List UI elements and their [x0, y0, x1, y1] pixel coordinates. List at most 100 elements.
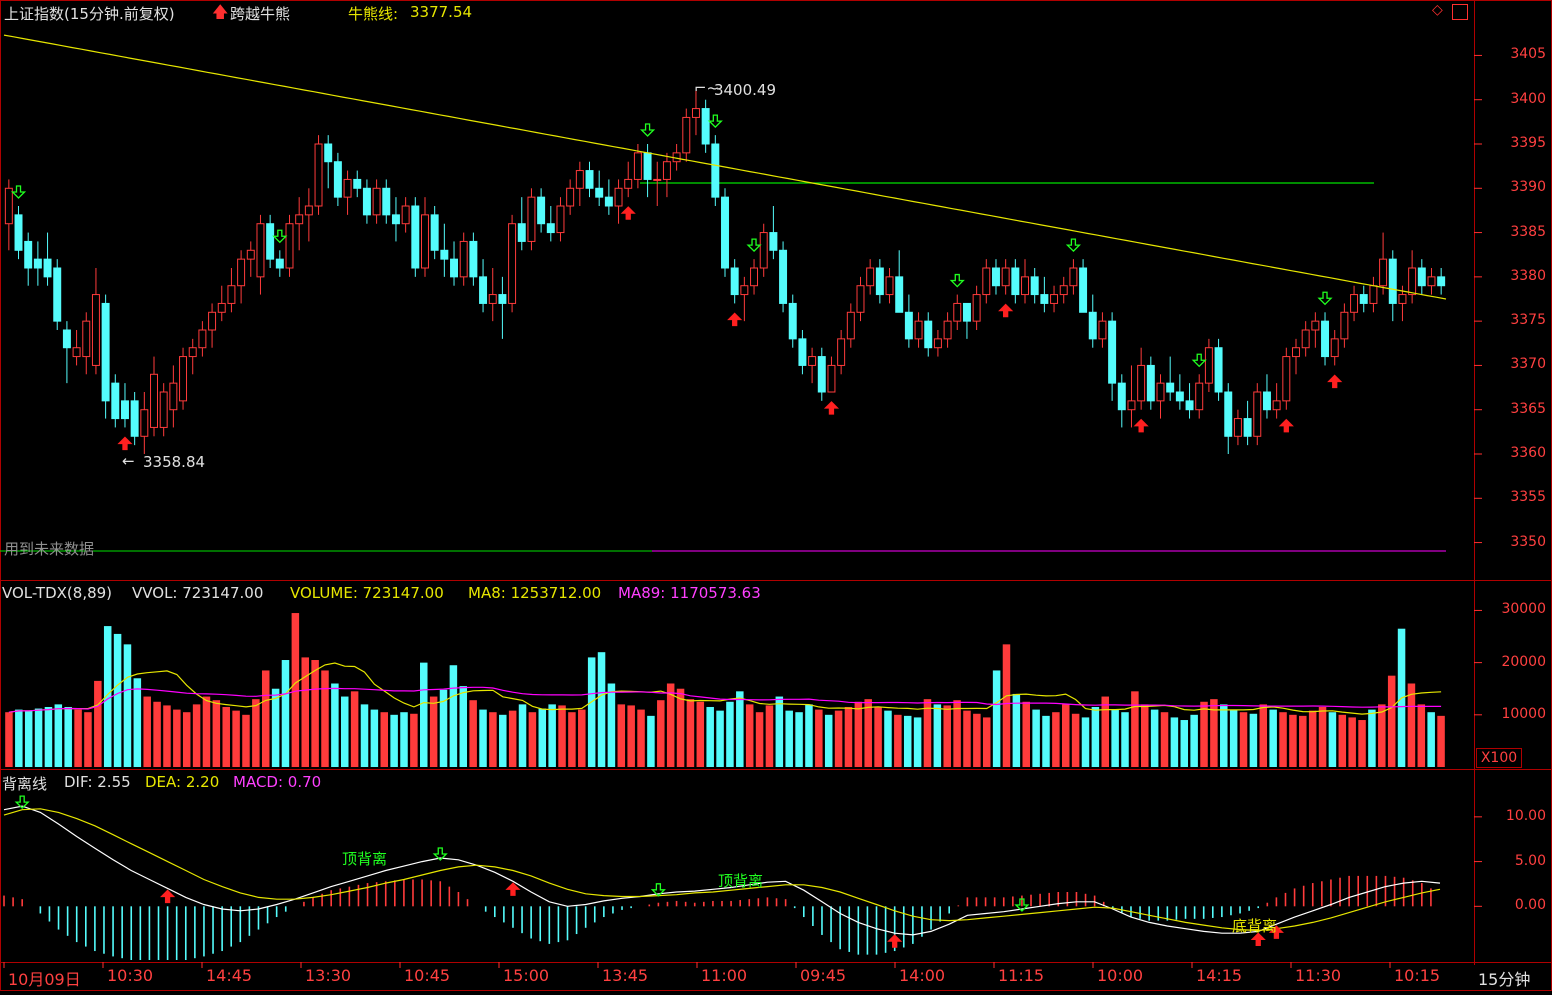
candle-body — [1379, 258, 1388, 287]
window-toggle-icon[interactable] — [1452, 4, 1468, 20]
candle-body — [343, 178, 352, 198]
candle-body — [1311, 320, 1320, 331]
candle-body — [411, 205, 420, 269]
volume-bar — [953, 700, 961, 767]
volume-bar — [982, 717, 991, 767]
volume-bar — [291, 613, 300, 767]
volume-bar — [410, 713, 418, 767]
high-price-annotation: 3400.49 — [713, 80, 776, 99]
candle-body — [1011, 267, 1020, 296]
candle-body — [817, 356, 826, 393]
volume-bar — [884, 710, 892, 767]
candle-body — [953, 302, 962, 322]
volume-bar — [528, 712, 537, 767]
volume-bar — [795, 712, 803, 767]
volume-bar — [1249, 713, 1258, 767]
candle-body — [488, 294, 497, 304]
volume-bar — [775, 696, 784, 767]
candle-body — [1398, 294, 1407, 304]
candle-body — [72, 347, 81, 358]
sell-signal-arrow-icon — [746, 238, 762, 253]
volume-bar — [153, 701, 161, 767]
buy-signal-arrow-icon — [620, 206, 636, 220]
candle-body — [633, 152, 642, 180]
volume-bar — [834, 710, 843, 767]
x-tick-label: 09:45 — [800, 966, 847, 985]
candle-body — [711, 143, 720, 198]
sell-signal-arrow-icon — [1191, 353, 1207, 368]
volume-bar — [854, 701, 863, 767]
candle-body — [759, 232, 768, 269]
vol-indicator-name: VOL-TDX(8,89) — [2, 584, 113, 602]
volume-bar — [182, 712, 191, 767]
buy-signal-arrow-icon — [117, 436, 133, 451]
candle-body — [440, 249, 449, 260]
volume-bar — [5, 712, 13, 767]
volume-bar — [676, 688, 685, 767]
divergence-label: 顶背离 — [718, 872, 764, 890]
candle-body — [1427, 276, 1436, 287]
volume-bar — [745, 704, 754, 767]
candle-body — [43, 258, 52, 278]
candle-body — [91, 294, 100, 366]
candle-body — [227, 285, 236, 304]
candle-body — [1437, 276, 1446, 287]
candle-body — [198, 329, 207, 349]
diamond-icon[interactable]: ◇ — [1432, 2, 1443, 18]
candle-body — [1195, 382, 1204, 411]
candle-body — [130, 400, 139, 437]
volume-bar — [1052, 712, 1060, 767]
volume-bar — [242, 714, 250, 767]
candle-body — [1146, 364, 1155, 402]
volume-bar — [597, 652, 606, 767]
candle-body — [1079, 267, 1088, 313]
volume-bar — [1358, 720, 1366, 767]
candle-body — [1098, 320, 1107, 340]
volume-bar — [1141, 704, 1149, 767]
volume-bar — [1387, 675, 1396, 767]
volume-bar — [568, 712, 576, 767]
candle-body — [1166, 382, 1175, 393]
vvol-value: VVOL: 723147.00 — [132, 584, 264, 602]
candle-body — [808, 356, 817, 366]
volume-bar — [1289, 714, 1297, 767]
x-tick-label: 14:00 — [899, 966, 946, 985]
volume-bar — [973, 713, 981, 767]
candle-body — [1253, 391, 1262, 437]
candle-body — [479, 276, 488, 304]
future-data-note: 用到未来数据 — [4, 540, 95, 558]
volume-bar — [449, 665, 458, 767]
candle-body — [1330, 338, 1339, 358]
price-tick-label: 3385 — [1510, 223, 1546, 240]
volume-bar — [360, 704, 369, 767]
candle-body — [1272, 400, 1281, 411]
candle-body — [324, 143, 333, 163]
volume-unit-badge: X100 — [1476, 748, 1522, 768]
candle-body — [111, 382, 120, 420]
candle-body — [1340, 311, 1349, 340]
sell-signal-arrow-icon — [1065, 238, 1081, 253]
candle-body — [962, 302, 971, 322]
candle-body — [643, 152, 652, 180]
x-tick-label: 14:45 — [206, 966, 253, 985]
volume-tick-label: 30000 — [1501, 601, 1546, 618]
volume-bar — [380, 712, 389, 767]
candle-body — [430, 214, 439, 251]
period-selector[interactable]: 15分钟 — [1478, 966, 1530, 990]
volume-bar — [143, 696, 151, 767]
volume-bar — [1279, 712, 1287, 767]
volume-bar — [133, 678, 142, 767]
volume-bar — [706, 706, 714, 767]
candle-body — [333, 161, 342, 198]
volume-bar — [202, 696, 211, 767]
volume-bar — [1042, 715, 1050, 767]
chart-canvas[interactable] — [0, 0, 1552, 991]
price-tick-label: 3395 — [1510, 135, 1546, 151]
candle-body — [556, 205, 565, 234]
volume-bar — [578, 709, 586, 767]
candle-body — [1214, 347, 1223, 393]
volume-bar — [508, 710, 517, 767]
candle-body — [237, 258, 246, 287]
up-arrow-icon: 🡅 — [212, 2, 229, 21]
volume-bar — [617, 704, 626, 767]
